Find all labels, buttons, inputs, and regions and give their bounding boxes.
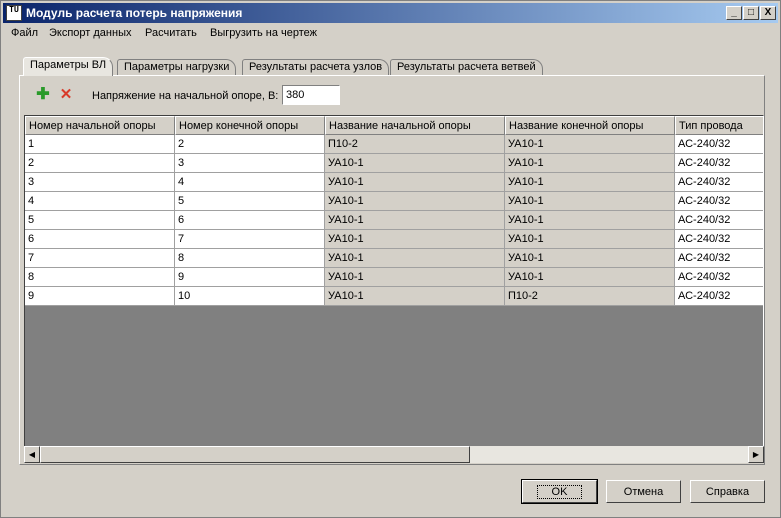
table-row[interactable]: 1 2 П10-2 УА10-1 АС-240/32 bbox=[25, 135, 763, 154]
cell-start-no[interactable]: 5 bbox=[25, 211, 175, 230]
cell-start-no[interactable]: 3 bbox=[25, 173, 175, 192]
table-row[interactable]: 5 6 УА10-1 УА10-1 АС-240/32 bbox=[25, 211, 763, 230]
voltage-input[interactable] bbox=[282, 85, 340, 105]
maximize-button[interactable]: □ bbox=[743, 6, 759, 20]
plus-icon[interactable]: ✚ bbox=[35, 87, 51, 103]
data-grid: Номер начальной опоры Номер конечной опо… bbox=[24, 115, 764, 461]
help-button[interactable]: Справка bbox=[690, 480, 765, 503]
table-row[interactable]: 8 9 УА10-1 УА10-1 АС-240/32 bbox=[25, 268, 763, 287]
table-row[interactable]: 4 5 УА10-1 УА10-1 АС-240/32 bbox=[25, 192, 763, 211]
cell-start-name[interactable]: УА10-1 bbox=[325, 230, 505, 249]
cell-start-name[interactable]: П10-2 bbox=[325, 135, 505, 154]
header-end-support-name[interactable]: Название конечной опоры bbox=[505, 116, 675, 135]
menu-calculate[interactable]: Расчитать bbox=[145, 27, 197, 39]
menu-file[interactable]: Файл bbox=[11, 27, 38, 39]
cancel-button[interactable]: Отмена bbox=[606, 480, 681, 503]
minimize-button[interactable]: _ bbox=[726, 6, 742, 20]
tab-branch-results[interactable]: Результаты расчета ветвей bbox=[390, 59, 543, 76]
cell-start-name[interactable]: УА10-1 bbox=[325, 173, 505, 192]
horizontal-scrollbar[interactable]: ◀ ▶ bbox=[24, 446, 764, 463]
cell-end-name[interactable]: УА10-1 bbox=[505, 154, 675, 173]
voltage-label: Напряжение на начальной опоре, В: bbox=[92, 90, 279, 102]
cell-wire-type[interactable]: АС-240/32 bbox=[675, 173, 763, 192]
x-icon[interactable]: ✕ bbox=[58, 87, 74, 103]
app-icon: TU bbox=[6, 5, 22, 21]
cell-end-name[interactable]: П10-2 bbox=[505, 287, 675, 306]
cell-start-no[interactable]: 4 bbox=[25, 192, 175, 211]
header-start-support-name[interactable]: Название начальной опоры bbox=[325, 116, 505, 135]
cell-wire-type[interactable]: АС-240/32 bbox=[675, 249, 763, 268]
cell-wire-type[interactable]: АС-240/32 bbox=[675, 154, 763, 173]
cell-wire-type[interactable]: АС-240/32 bbox=[675, 135, 763, 154]
grid-header: Номер начальной опоры Номер конечной опо… bbox=[25, 116, 763, 135]
title-bar[interactable]: TU Модуль расчета потерь напряжения _ □ … bbox=[3, 3, 778, 23]
cell-start-no[interactable]: 9 bbox=[25, 287, 175, 306]
cell-start-no[interactable]: 6 bbox=[25, 230, 175, 249]
cell-end-name[interactable]: УА10-1 bbox=[505, 268, 675, 287]
cell-start-name[interactable]: УА10-1 bbox=[325, 192, 505, 211]
cell-end-name[interactable]: УА10-1 bbox=[505, 135, 675, 154]
cell-end-no[interactable]: 10 bbox=[175, 287, 325, 306]
menu-export[interactable]: Экспорт данных bbox=[49, 27, 131, 39]
table-row[interactable]: 6 7 УА10-1 УА10-1 АС-240/32 bbox=[25, 230, 763, 249]
cell-start-no[interactable]: 7 bbox=[25, 249, 175, 268]
table-row[interactable]: 9 10 УА10-1 П10-2 АС-240/32 bbox=[25, 287, 763, 306]
table-row[interactable]: 7 8 УА10-1 УА10-1 АС-240/32 bbox=[25, 249, 763, 268]
cell-end-no[interactable]: 4 bbox=[175, 173, 325, 192]
app-window: TU Модуль расчета потерь напряжения _ □ … bbox=[0, 0, 781, 518]
header-start-support-no[interactable]: Номер начальной опоры bbox=[25, 116, 175, 135]
cell-start-no[interactable]: 1 bbox=[25, 135, 175, 154]
cell-end-no[interactable]: 5 bbox=[175, 192, 325, 211]
cell-start-name[interactable]: УА10-1 bbox=[325, 154, 505, 173]
menu-bar: Файл Экспорт данных Расчитать Выгрузить … bbox=[5, 25, 775, 43]
ok-button-label: OK bbox=[536, 485, 583, 499]
cell-end-no[interactable]: 9 bbox=[175, 268, 325, 287]
header-end-support-no[interactable]: Номер конечной опоры bbox=[175, 116, 325, 135]
close-button[interactable]: X bbox=[760, 6, 776, 20]
table-row[interactable]: 2 3 УА10-1 УА10-1 АС-240/32 bbox=[25, 154, 763, 173]
tab-line-params[interactable]: Параметры ВЛ bbox=[23, 57, 114, 76]
cell-end-name[interactable]: УА10-1 bbox=[505, 192, 675, 211]
header-wire-type[interactable]: Тип провода bbox=[675, 116, 763, 135]
scroll-right-icon[interactable]: ▶ bbox=[748, 446, 764, 463]
cell-end-no[interactable]: 3 bbox=[175, 154, 325, 173]
menu-upload-drawing[interactable]: Выгрузить на чертеж bbox=[210, 27, 317, 39]
cell-start-name[interactable]: УА10-1 bbox=[325, 249, 505, 268]
cell-start-no[interactable]: 2 bbox=[25, 154, 175, 173]
tab-load-params[interactable]: Параметры нагрузки bbox=[117, 59, 237, 76]
cell-end-name[interactable]: УА10-1 bbox=[505, 211, 675, 230]
cell-end-name[interactable]: УА10-1 bbox=[505, 230, 675, 249]
cell-start-name[interactable]: УА10-1 bbox=[325, 268, 505, 287]
cell-start-no[interactable]: 8 bbox=[25, 268, 175, 287]
cell-wire-type[interactable]: АС-240/32 bbox=[675, 192, 763, 211]
cell-end-no[interactable]: 8 bbox=[175, 249, 325, 268]
scroll-thumb[interactable] bbox=[40, 446, 470, 463]
cell-wire-type[interactable]: АС-240/32 bbox=[675, 268, 763, 287]
cell-wire-type[interactable]: АС-240/32 bbox=[675, 230, 763, 249]
cell-end-name[interactable]: УА10-1 bbox=[505, 173, 675, 192]
cell-start-name[interactable]: УА10-1 bbox=[325, 287, 505, 306]
cell-wire-type[interactable]: АС-240/32 bbox=[675, 287, 763, 306]
table-row[interactable]: 3 4 УА10-1 УА10-1 АС-240/32 bbox=[25, 173, 763, 192]
cell-end-no[interactable]: 6 bbox=[175, 211, 325, 230]
cell-end-no[interactable]: 2 bbox=[175, 135, 325, 154]
cell-wire-type[interactable]: АС-240/32 bbox=[675, 211, 763, 230]
tab-node-results[interactable]: Результаты расчета узлов bbox=[242, 59, 390, 76]
scroll-left-icon[interactable]: ◀ bbox=[24, 446, 40, 463]
cell-end-name[interactable]: УА10-1 bbox=[505, 249, 675, 268]
ok-button[interactable]: OK bbox=[521, 479, 598, 504]
cell-end-no[interactable]: 7 bbox=[175, 230, 325, 249]
cell-start-name[interactable]: УА10-1 bbox=[325, 211, 505, 230]
window-title: Модуль расчета потерь напряжения bbox=[26, 6, 243, 20]
